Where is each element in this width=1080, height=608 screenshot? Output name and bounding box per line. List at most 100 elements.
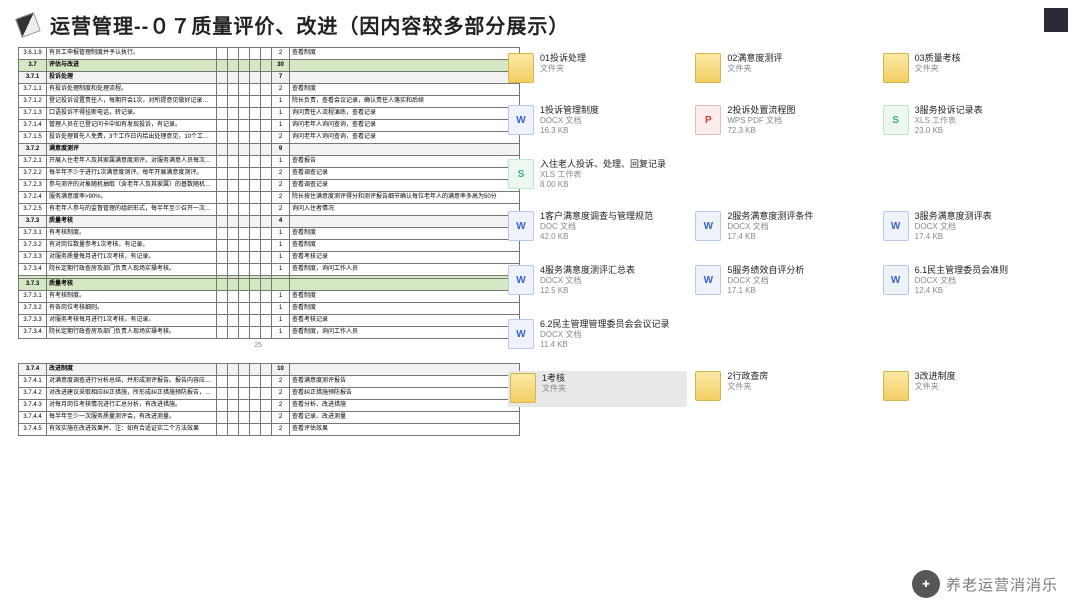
row-note: 院长负责，查看会议记录，确认责任人落实和后续 (290, 96, 520, 108)
row-cell (228, 424, 239, 436)
docx-icon: W (508, 265, 534, 295)
file-item[interactable]: W2服务满意度测评条件DOCX 文档17.4 KB (695, 211, 874, 247)
row-cell (261, 412, 272, 424)
row-cell (261, 315, 272, 327)
file-type: XLS 工作表 (915, 116, 983, 126)
file-item[interactable]: P2投诉处置流程图WPS PDF 文档72.3 KB (695, 105, 874, 141)
file-item[interactable]: S入住老人投诉、处理、回复记录XLS 工作表8.00 KB (508, 159, 687, 195)
row-no: 3.7.3.4 (19, 264, 47, 276)
file-item[interactable]: W5服务绩效自评分析DOCX 文档17.1 KB (695, 265, 874, 301)
folder-item[interactable]: 03质量考核文件夹 (883, 53, 1062, 89)
row-cell (228, 156, 239, 168)
row-cell (261, 303, 272, 315)
folder-item[interactable]: 1考核文件夹 (508, 371, 687, 407)
row-cell (228, 400, 239, 412)
row-cell (250, 156, 261, 168)
row-cell (217, 132, 228, 144)
row-cell (217, 240, 228, 252)
row-no: 3.7.1.3 (19, 108, 47, 120)
page-number: 25 (18, 339, 498, 363)
file-size: 42.0 KB (540, 232, 653, 242)
table-row: 3.7.2.3参与测评的对象随机抽取（含老年人及其家属）的基数随机以下标准：入住… (19, 180, 520, 192)
row-no: 3.7.3.3 (19, 315, 47, 327)
row-cell (239, 204, 250, 216)
row-no: 3.7.3.2 (19, 303, 47, 315)
row-cell (217, 327, 228, 339)
row-score: 2 (272, 400, 290, 412)
row-note: 院长按住满意度测评得分和测评报告细节确认每位老年人的满意率多高为50分 (290, 192, 520, 204)
table-row: 3.7.4改进制度10 (19, 364, 520, 376)
row-cell (250, 96, 261, 108)
row-cell (261, 264, 272, 276)
folder-item[interactable]: 2行政查房文件夹 (695, 371, 874, 407)
row-cell (217, 180, 228, 192)
row-score: 2 (272, 376, 290, 388)
row-cell (217, 291, 228, 303)
row-no: 3.7.1 (19, 72, 47, 84)
file-item[interactable]: W6.2民主管理管理委员会会议记录DOCX 文档11.4 KB (508, 319, 687, 355)
file-item[interactable]: W 4服务满意度测评汇总表DOCX 文档12.5 KB (508, 265, 687, 301)
table-row: 3.7.2满意度测评9 (19, 144, 520, 156)
file-name: 4服务满意度测评汇总表 (540, 265, 635, 276)
row-score: 2 (272, 204, 290, 216)
file-item[interactable]: W3服务满意度测评表DOCX 文档17.4 KB (883, 211, 1062, 247)
row-cell (250, 168, 261, 180)
row-cell (250, 376, 261, 388)
row-cell (217, 144, 228, 156)
file-size: 12.5 KB (540, 286, 635, 296)
row-cell (228, 216, 239, 228)
row-cell (217, 156, 228, 168)
row-no: 3.7.4.3 (19, 400, 47, 412)
file-item[interactable]: W1投诉管理制度DOCX 文档16.3 KB (508, 105, 687, 141)
row-cell (239, 60, 250, 72)
file-group: 1考核文件夹2行政查房文件夹3改进制度文件夹 (508, 371, 1062, 407)
row-cell (250, 120, 261, 132)
row-cell (261, 96, 272, 108)
row-no: 3.7.1.2 (19, 96, 47, 108)
row-cell (217, 84, 228, 96)
row-score: 1 (272, 327, 290, 339)
row-score: 1 (272, 96, 290, 108)
file-type: DOCX 文档 (540, 276, 635, 286)
row-cell (228, 48, 239, 60)
row-text: 对服务质量每月进行1次考核，有记录。 (47, 252, 217, 264)
row-score: 1 (272, 291, 290, 303)
row-cell (261, 72, 272, 84)
file-size: 8.00 KB (540, 180, 666, 190)
file-item[interactable]: W6.1民主管理委员会准则DOCX 文档12.4 KB (883, 265, 1062, 301)
file-item[interactable]: S3服务投诉记录表XLS 工作表23.0 KB (883, 105, 1062, 141)
folder-item[interactable]: 02满意度测评文件夹 (695, 53, 874, 89)
folder-item[interactable]: 01投诉处理文件夹 (508, 53, 687, 89)
row-score: 2 (272, 180, 290, 192)
row-note (290, 144, 520, 156)
row-cell (228, 204, 239, 216)
file-group: W1投诉管理制度DOCX 文档16.3 KBP2投诉处置流程图WPS PDF 文… (508, 105, 1062, 195)
row-cell (217, 400, 228, 412)
folder-icon (508, 53, 534, 83)
row-cell (228, 84, 239, 96)
folder-item[interactable]: 3改进制度文件夹 (883, 371, 1062, 407)
row-cell (250, 291, 261, 303)
row-text: 有各岗位考核细则。 (47, 303, 217, 315)
table-row: 3.7.3.3对服务考核每月进行1次考核，有记录。1查看考核记录 (19, 315, 520, 327)
file-name: 02满意度测评 (727, 53, 782, 64)
row-cell (261, 168, 272, 180)
row-score: 1 (272, 156, 290, 168)
table-row: 3.7评估与改进30 (19, 60, 520, 72)
row-note: 查看分析、改进措施 (290, 400, 520, 412)
row-cell (261, 364, 272, 376)
row-cell (217, 412, 228, 424)
row-cell (261, 204, 272, 216)
row-note: 询问老年人询问查询，查看记录 (290, 132, 520, 144)
file-item[interactable]: W1客户满意度调查与管理规范DOC 文档42.0 KB (508, 211, 687, 247)
row-cell (239, 327, 250, 339)
file-name: 1考核 (542, 373, 566, 384)
row-cell (239, 180, 250, 192)
row-score: 9 (272, 144, 290, 156)
row-note: 查看评估效果 (290, 424, 520, 436)
file-name: 3服务投诉记录表 (915, 105, 983, 116)
row-cell (261, 376, 272, 388)
row-cell (228, 279, 239, 291)
row-cell (261, 388, 272, 400)
row-note: 询问责任人流程演练，查看记录 (290, 108, 520, 120)
